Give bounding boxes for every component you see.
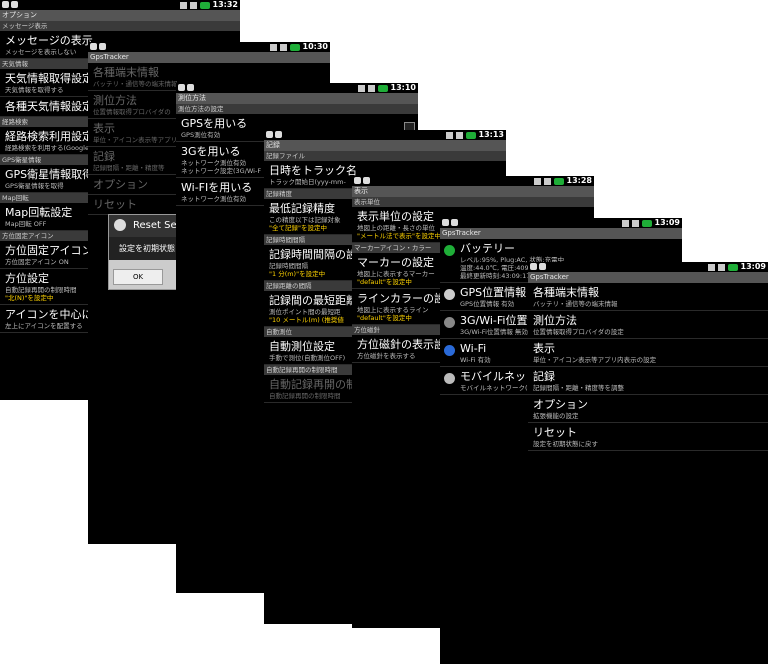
item-title: 測位方法	[533, 314, 577, 327]
status-icon	[444, 345, 455, 356]
warning-icon	[114, 219, 126, 231]
item-title: リセット	[533, 426, 577, 439]
item-title: 各種端末情報	[533, 286, 599, 299]
item-title: GPSを用いる	[181, 117, 248, 130]
category-header: 測位方法の設定	[176, 104, 418, 114]
item-title: オプション	[533, 398, 588, 411]
page-title: 記録	[264, 140, 506, 151]
page-title: オプション	[0, 10, 240, 21]
item-title: 各種端末情報	[93, 66, 159, 79]
app-title: GpsTracker	[528, 272, 768, 283]
page-title: 測位方法	[176, 93, 418, 104]
screen-gpstracker-menu: 13:09 GpsTracker 各種端末情報 バッテリ・通信等の端末情報 測位方法…	[528, 262, 768, 664]
item-summary: バッテリ・通信等の端末情報	[533, 300, 618, 308]
category-header: 表示単位	[352, 197, 594, 207]
status-bar: 13:10	[176, 83, 418, 93]
settings-item[interactable]: オプション 拡張機能の設定	[528, 395, 768, 423]
page-title: 表示	[352, 186, 594, 197]
settings-item[interactable]: 測位方法 位置情報取得プロバイダの設定	[528, 311, 768, 339]
settings-item[interactable]: リセット 設定を初期状態に戻す	[528, 423, 768, 451]
item-summary: 拡張機能の設定	[533, 412, 579, 420]
item-title: 表示	[533, 342, 555, 355]
settings-item[interactable]: 各種端末情報 バッテリ・通信等の端末情報	[528, 283, 768, 311]
status-bar: 13:13	[264, 130, 506, 140]
item-summary: 単位・アイコン表示等アプリ内表示の設定	[533, 356, 657, 364]
status-icon	[444, 373, 455, 384]
settings-item[interactable]: 記録 記録間隔・距離・精度等を調整	[528, 367, 768, 395]
status-bar: 13:32	[0, 0, 240, 10]
status-bar: 13:28	[352, 176, 594, 186]
app-title: GpsTracker	[440, 228, 682, 239]
status-bar: 13:09	[528, 262, 768, 272]
category-header: 記録ファイル	[264, 151, 506, 161]
status-bar: 13:09	[440, 218, 682, 228]
item-title: 記録	[533, 370, 555, 383]
status-icon	[444, 289, 455, 300]
item-summary: 設定を初期状態に戻す	[533, 440, 598, 448]
status-bar: 10:30	[88, 42, 330, 52]
item-title: バッテリー	[460, 242, 515, 255]
item-summary: 位置情報取得プロバイダの設定	[533, 328, 624, 336]
settings-item[interactable]: 表示 単位・アイコン表示等アプリ内表示の設定	[528, 339, 768, 367]
ok-button[interactable]: OK	[113, 269, 163, 285]
dialog-title: Reset Set	[133, 220, 181, 231]
status-icon	[444, 317, 455, 328]
item-summary: 記録間隔・距離・精度等を調整	[533, 384, 624, 392]
status-icon	[444, 245, 455, 256]
category-header: メッセージ表示	[0, 21, 240, 31]
app-title: GpsTracker	[88, 52, 330, 63]
